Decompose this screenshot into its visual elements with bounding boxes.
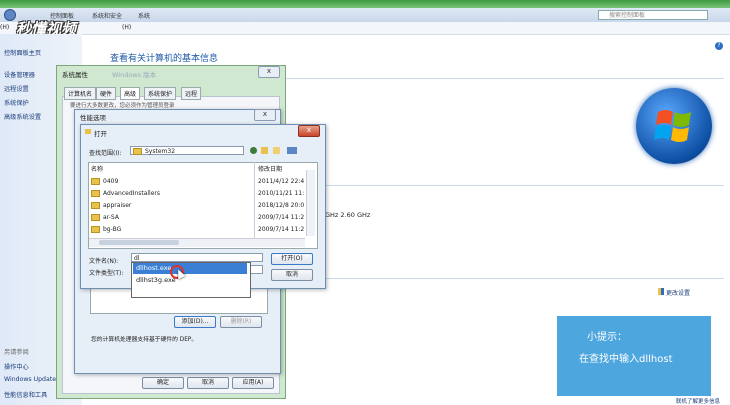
help-icon[interactable]: ?	[715, 42, 723, 50]
cancel-button[interactable]: 取消	[187, 377, 229, 389]
up-folder-icon[interactable]	[261, 147, 268, 154]
file-row[interactable]: bg-BG 2009/7/14 11:2	[91, 224, 309, 235]
windows-flag-icon	[654, 110, 691, 142]
see-also-heading: 另请参阅	[4, 349, 29, 356]
folder-icon	[91, 214, 100, 221]
go-back-icon[interactable]	[250, 147, 257, 154]
file-row[interactable]: appraiser 2018/12/8 20:0	[91, 200, 309, 211]
file-name: bg-BG	[103, 226, 122, 233]
file-date: 2009/7/14 11:2	[258, 214, 305, 221]
admin-note: 要进行大多数更改，您必须作为管理员登录	[70, 103, 175, 109]
file-date: 2018/12/8 20:0	[258, 202, 305, 209]
divider	[286, 78, 724, 79]
close-icon[interactable]: x	[298, 125, 320, 137]
tip-box: 小提示： 在查找中输入dllhost	[557, 316, 711, 396]
file-date: 2011/4/12 22:4	[258, 178, 305, 185]
tab-computer-name[interactable]: 计算机名	[64, 87, 97, 100]
folder-icon	[91, 178, 100, 185]
performance-tools-link[interactable]: 性能信息和工具	[4, 390, 47, 399]
apply-button[interactable]: 应用(A)	[232, 377, 274, 389]
tab-remote[interactable]: 远程	[181, 87, 202, 100]
window-title-bar	[0, 0, 730, 8]
folder-icon	[91, 190, 100, 197]
folder-icon	[133, 148, 142, 155]
ok-button[interactable]: 确定	[142, 377, 184, 389]
file-name-input[interactable]: dl	[131, 253, 263, 262]
look-in-label: 查找范围(I):	[89, 150, 122, 157]
menu-help-left[interactable]: (H)	[0, 24, 9, 31]
learn-more-link[interactable]: 联机了解更多信息	[676, 397, 720, 405]
remote-settings-link[interactable]: 远程设置	[4, 84, 29, 93]
file-name: 0409	[103, 178, 119, 185]
file-type-label: 文件类型(T):	[89, 270, 124, 277]
breadcrumb-system[interactable]: 系统	[138, 11, 150, 20]
search-input[interactable]: 搜索控制面板	[598, 10, 708, 20]
folder-icon	[91, 202, 100, 209]
column-header-date[interactable]: 修改日期	[258, 164, 282, 173]
close-icon[interactable]: x	[258, 66, 280, 78]
tip-title: 小提示：	[587, 332, 627, 343]
action-center-link[interactable]: 操作中心	[4, 362, 29, 371]
column-header-name[interactable]: 名称	[91, 164, 103, 173]
back-icon[interactable]	[4, 9, 16, 21]
divider	[286, 185, 724, 186]
file-row[interactable]: 0409 2011/4/12 22:4	[91, 176, 309, 187]
look-in-value: System32	[145, 148, 176, 155]
folder-icon	[85, 129, 91, 134]
view-menu-icon[interactable]	[287, 147, 297, 154]
file-name: ar-SA	[103, 214, 119, 221]
shield-icon	[658, 288, 664, 295]
advanced-settings-link[interactable]: 高级系统设置	[4, 112, 41, 121]
open-dialog-title: 打开	[94, 130, 107, 138]
tab-system-protection[interactable]: 系统保护	[144, 87, 177, 100]
windows-logo-icon	[636, 88, 712, 164]
vertical-scrollbar[interactable]	[306, 170, 315, 236]
divider	[286, 278, 724, 279]
horizontal-scrollbar[interactable]	[89, 238, 305, 247]
tab-advanced[interactable]: 高级	[120, 87, 141, 100]
system-protection-link[interactable]: 系统保护	[4, 98, 29, 107]
scroll-thumb[interactable]	[99, 240, 179, 245]
look-in-select[interactable]: System32	[130, 146, 244, 155]
file-date: 2010/11/21 11:	[258, 190, 305, 197]
system-properties-title: 系统属性	[62, 71, 88, 79]
file-name-label: 文件名(N):	[89, 258, 119, 265]
autocomplete-item-dllhst3g[interactable]: dllhst3g.exe	[133, 275, 247, 286]
cpu-speed-text: GHz 2.60 GHz	[325, 211, 371, 219]
close-icon[interactable]: x	[254, 109, 276, 121]
dep-support-text: 您的计算机处理器支持基于硬件的 DEP。	[91, 337, 198, 343]
control-panel-home-link[interactable]: 控制面板主页	[4, 48, 41, 57]
performance-options-title: 性能选项	[80, 114, 106, 122]
page-title: 查看有关计算机的基本信息	[110, 54, 219, 64]
add-button[interactable]: 添加(D)...	[174, 316, 216, 328]
tab-hardware[interactable]: 硬件	[96, 87, 117, 100]
faded-background-title: Windows 版本	[112, 71, 157, 79]
file-type-select[interactable]	[250, 265, 263, 274]
new-folder-icon[interactable]	[273, 147, 280, 154]
open-button[interactable]: 打开(O)	[271, 253, 313, 265]
autocomplete-item-dllhost[interactable]: dllhost.exe	[133, 263, 247, 274]
file-row[interactable]: ar-SA 2009/7/14 11:2	[91, 212, 309, 223]
windows-update-link[interactable]: Windows Update	[4, 376, 56, 383]
breadcrumb-system-security[interactable]: 系统和安全	[92, 11, 122, 20]
dialog-cancel-button[interactable]: 取消	[271, 269, 313, 281]
menu-help-right[interactable]: (H)	[122, 24, 131, 31]
folder-icon	[91, 226, 100, 233]
menu-bar: (H) (H)	[0, 22, 730, 35]
tip-body: 在查找中输入dllhost	[579, 354, 673, 365]
change-settings-link[interactable]: 更改设置	[666, 288, 690, 297]
file-name: AdvancedInstallers	[103, 190, 160, 197]
remove-button[interactable]: 删除(R)	[220, 316, 262, 328]
file-date: 2009/7/14 11:2	[258, 226, 305, 233]
file-row[interactable]: AdvancedInstallers 2010/11/21 11:	[91, 188, 309, 199]
device-manager-link[interactable]: 设备管理器	[4, 70, 35, 79]
file-name: appraiser	[103, 202, 132, 209]
